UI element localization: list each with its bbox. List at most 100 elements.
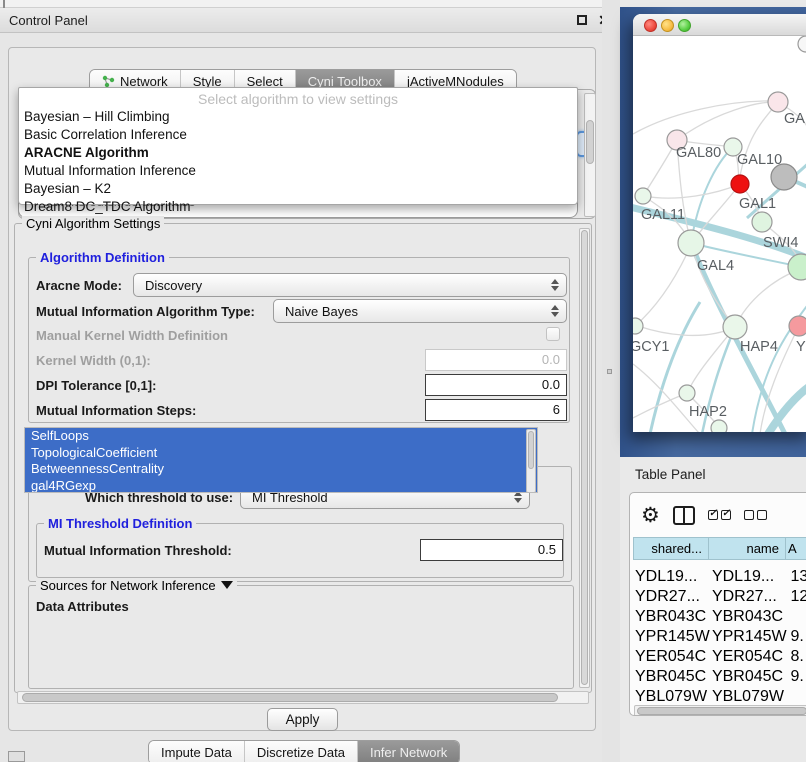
table-cell: YER054C [712, 648, 789, 666]
scroll-thumb[interactable] [581, 230, 588, 685]
table-cell: YDL19... [635, 568, 710, 586]
table-row[interactable]: YBR045CYBR045C9. [635, 668, 806, 686]
tab-discretize-data[interactable]: Discretize Data [244, 741, 357, 762]
column-header[interactable]: A [786, 538, 806, 560]
network-node[interactable] [768, 92, 788, 112]
dpi-tolerance-field[interactable]: 0.0 [425, 374, 567, 396]
table-cell: YDR27... [712, 588, 789, 606]
network-edge[interactable] [735, 270, 798, 327]
upper-vertical-scrollbar[interactable] [584, 93, 596, 217]
network-edge[interactable] [633, 101, 775, 134]
control-panel-titlebar: Control Panel ✕ [0, 8, 620, 33]
kernel-width-field[interactable]: 0.0 [425, 349, 567, 371]
manual-kernel-checkbox[interactable] [546, 327, 560, 341]
table-row[interactable]: YPR145WYPR145W9. [635, 628, 806, 646]
split-columns-icon[interactable] [673, 506, 695, 525]
divider-grip-icon[interactable] [607, 369, 612, 374]
network-desktop: GAL7GAL80GAL10GAL1GAL11SWI4GAL4GCY1HAP4Y… [620, 7, 806, 457]
apply-button[interactable]: Apply [267, 708, 338, 731]
table-panel-title: Table Panel [635, 467, 706, 482]
table-row[interactable]: YDR27...YDR27...12 [635, 588, 806, 606]
network-node[interactable] [678, 230, 704, 256]
table-cell [791, 688, 806, 703]
split-pane-divider[interactable] [602, 0, 620, 762]
table-row[interactable]: YER054CYER054C8. [635, 648, 806, 666]
sources-title[interactable]: Sources for Network Inference [36, 578, 237, 593]
table-cell: 13 [791, 568, 806, 586]
network-view-window[interactable]: GAL7GAL80GAL10GAL1GAL11SWI4GAL4GCY1HAP4Y… [633, 14, 806, 432]
table-cell: YBL079W [635, 688, 710, 703]
data-attributes-label: Data Attributes [36, 599, 129, 614]
float-window-icon[interactable] [577, 15, 587, 25]
network-node[interactable] [633, 318, 643, 334]
table-horizontal-scrollbar[interactable] [634, 705, 806, 716]
cyni-vertical-scrollbar[interactable] [579, 228, 590, 688]
mac-close-icon[interactable] [644, 19, 657, 32]
collapsed-panel-button[interactable] [8, 751, 25, 762]
attribute-item[interactable]: BetweennessCentrality [25, 461, 537, 478]
data-attributes-list[interactable]: SelfLoopsTopologicalCoefficientBetweenne… [24, 427, 538, 493]
aracne-mode-value: Discovery [145, 278, 202, 293]
combo-spinner-icon [551, 305, 559, 317]
network-window-titlebar[interactable] [633, 14, 806, 36]
mac-minimize-icon[interactable] [661, 19, 674, 32]
attribute-item[interactable]: SelfLoops [25, 428, 537, 445]
mi-steps-field[interactable]: 6 [425, 399, 567, 421]
table-row[interactable]: YDL19...YDL19...13 [635, 568, 806, 586]
table-cell: YBR045C [712, 668, 789, 686]
table-row[interactable]: YBL079WYBL079W [635, 688, 806, 703]
network-node[interactable] [752, 212, 772, 232]
column-header[interactable]: shared... [634, 538, 709, 560]
attribute-item[interactable]: TopologicalCoefficient [25, 445, 537, 462]
scroll-thumb[interactable] [528, 431, 534, 469]
algorithm-dropdown-prompt: Select algorithm to view settings [19, 88, 577, 107]
algorithm-option[interactable]: Mutual Information Inference [19, 161, 577, 179]
network-node[interactable] [788, 254, 806, 280]
app-top-strip [0, 0, 620, 8]
mac-zoom-icon[interactable] [678, 19, 691, 32]
column-header[interactable]: name [709, 538, 786, 560]
network-node[interactable] [789, 316, 806, 336]
tab-infer-network[interactable]: Infer Network [357, 741, 459, 762]
network-node[interactable] [711, 420, 727, 432]
table-cell: YDR27... [635, 588, 710, 606]
tab-impute-data[interactable]: Impute Data [149, 741, 244, 762]
attribute-item[interactable]: gal4RGexp [25, 478, 537, 494]
select-all-checks-icon[interactable] [708, 510, 731, 520]
algorithm-dropdown-list: Bayesian – Hill ClimbingBasic Correlatio… [19, 107, 577, 215]
network-edge[interactable] [643, 184, 740, 198]
network-node[interactable] [731, 175, 749, 193]
dpi-tolerance-label: DPI Tolerance [0,1]: [36, 378, 156, 393]
gear-icon[interactable]: ⚙ [641, 505, 660, 526]
algorithm-option[interactable]: ARACNE Algorithm [19, 143, 577, 161]
network-node[interactable] [771, 164, 797, 190]
network-graph[interactable]: GAL7GAL80GAL10GAL1GAL11SWI4GAL4GCY1HAP4Y… [633, 36, 806, 432]
network-node-label: Y [796, 339, 806, 355]
network-node[interactable] [798, 36, 806, 52]
algorithm-option[interactable]: Dream8 DC_TDC Algorithm [19, 197, 577, 215]
aracne-mode-combo[interactable]: Discovery [133, 273, 567, 297]
mi-threshold-field[interactable]: 0.5 [420, 539, 563, 561]
network-node[interactable] [635, 188, 651, 204]
table-cell: YBR043C [712, 608, 789, 626]
scroll-thumb[interactable] [586, 120, 594, 164]
attributes-scrollbar[interactable] [526, 429, 536, 493]
deselect-all-checks-icon[interactable] [744, 510, 767, 520]
table-cell: 9. [791, 668, 806, 686]
network-node-label: HAP4 [740, 339, 778, 355]
scroll-thumb[interactable] [637, 707, 806, 715]
aracne-mode-label: Aracne Mode: [36, 278, 122, 293]
mi-type-combo[interactable]: Naive Bayes [273, 299, 567, 323]
table-cell: 9. [791, 628, 806, 646]
manual-kernel-label: Manual Kernel Width Definition [36, 328, 228, 343]
network-edge[interactable] [635, 245, 691, 326]
algorithm-option[interactable]: Basic Correlation Inference [19, 125, 577, 143]
cyni-horizontal-scrollbar[interactable] [17, 691, 589, 704]
algorithm-option[interactable]: Bayesian – K2 [19, 179, 577, 197]
network-node[interactable] [723, 315, 747, 339]
table-panel-frame: ⚙ shared...nameA YDL19...YDL19...13YDR27… [629, 492, 806, 716]
scroll-thumb[interactable] [22, 693, 558, 702]
algorithm-option[interactable]: Bayesian – Hill Climbing [19, 107, 577, 125]
network-node[interactable] [679, 385, 695, 401]
table-row[interactable]: YBR043CYBR043C [635, 608, 806, 626]
